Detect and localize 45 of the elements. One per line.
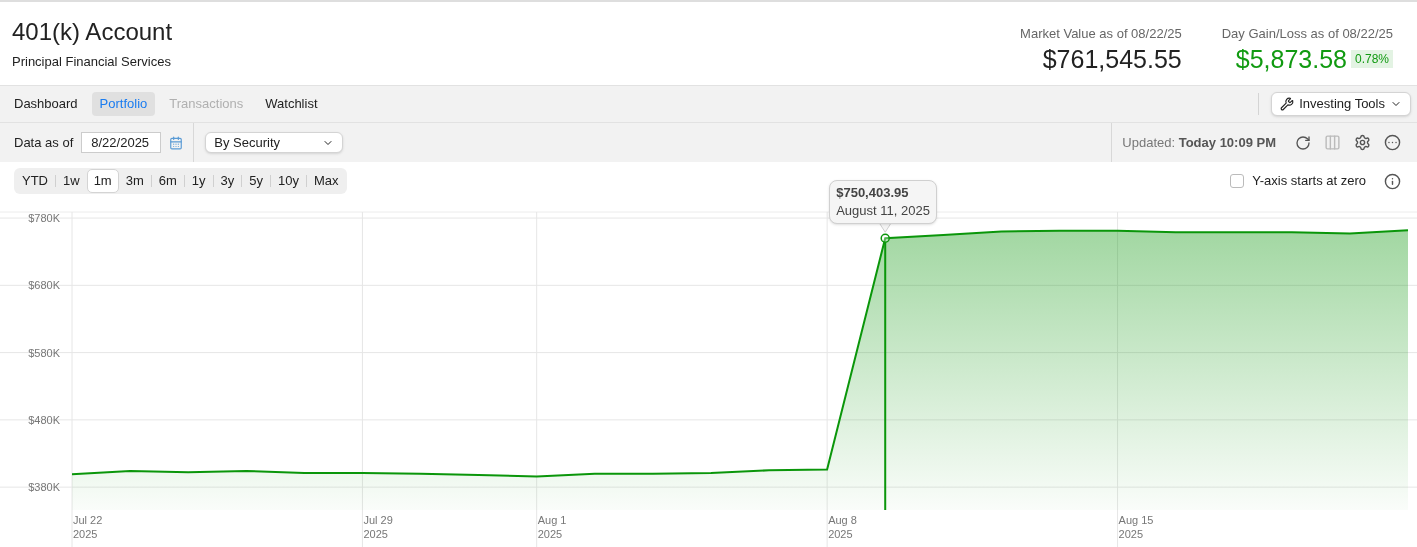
range-button[interactable]: YTD (15, 169, 55, 193)
tooltip-date: August 11, 2025 (836, 202, 930, 221)
investing-tools-button[interactable]: Investing Tools (1271, 92, 1411, 116)
x-axis-label: Aug 1 2025 (537, 514, 567, 540)
range-button[interactable]: 3m (118, 169, 151, 193)
y-axis-label: $780K (28, 212, 60, 225)
y-axis-label: $480K (28, 413, 60, 426)
y-axis-label: $680K (28, 279, 60, 292)
x-axis-label: Jul 29 2025 (363, 514, 393, 540)
stat-label: Day Gain/Loss as of 08/22/25 (1221, 25, 1393, 43)
range-button[interactable]: Max (307, 169, 346, 193)
range-button[interactable]: 3y (213, 169, 242, 193)
x-axis-label: Aug 8 2025 (828, 514, 857, 540)
nav-tab[interactable]: Watchlist (257, 92, 326, 116)
range-button[interactable]: 1w (56, 169, 87, 193)
y-axis-label: $380K (28, 481, 60, 494)
date-label: Data as of (14, 133, 74, 152)
checkbox[interactable] (1230, 174, 1245, 188)
calendar-icon (169, 135, 184, 150)
range-button[interactable]: 1y (184, 169, 213, 193)
x-axis-label: Jul 22 2025 (73, 514, 103, 540)
range-button[interactable]: 6m (151, 169, 184, 193)
account-subtitle: Principal Financial Services (12, 53, 172, 71)
range-button[interactable]: 1m (86, 169, 119, 193)
point-marker (880, 233, 890, 243)
stat-label: Market Value as of 08/22/25 (1020, 25, 1182, 43)
tools-icon (1280, 97, 1295, 111)
refresh-icon[interactable] (1295, 134, 1311, 151)
stat-value: $5,873.58 (1235, 43, 1347, 74)
x-axis-label: Aug 15 2025 (1118, 514, 1154, 540)
checkbox-label: Y-axis starts at zero (1252, 172, 1366, 191)
tooltip-value: $750,403.95 (836, 184, 910, 203)
settings-icon[interactable] (1354, 134, 1371, 151)
account-title: 401(k) Account (12, 17, 173, 47)
stat-value: $761,545.55 (1042, 43, 1182, 74)
percent-badge: 0.78% (1350, 49, 1393, 68)
more-icon[interactable] (1384, 134, 1401, 151)
date-field[interactable]: 8/22/2025 (81, 132, 162, 153)
range-button[interactable]: 5y (242, 169, 270, 193)
updated-label: Updated: Today 10:09 PM (1122, 133, 1276, 152)
view-select[interactable]: By Security (205, 132, 344, 153)
nav-tab[interactable]: Dashboard (6, 92, 86, 116)
y-axis-label: $580K (28, 346, 60, 359)
range-button[interactable]: 10y (271, 169, 306, 193)
info-icon[interactable] (1384, 172, 1401, 190)
